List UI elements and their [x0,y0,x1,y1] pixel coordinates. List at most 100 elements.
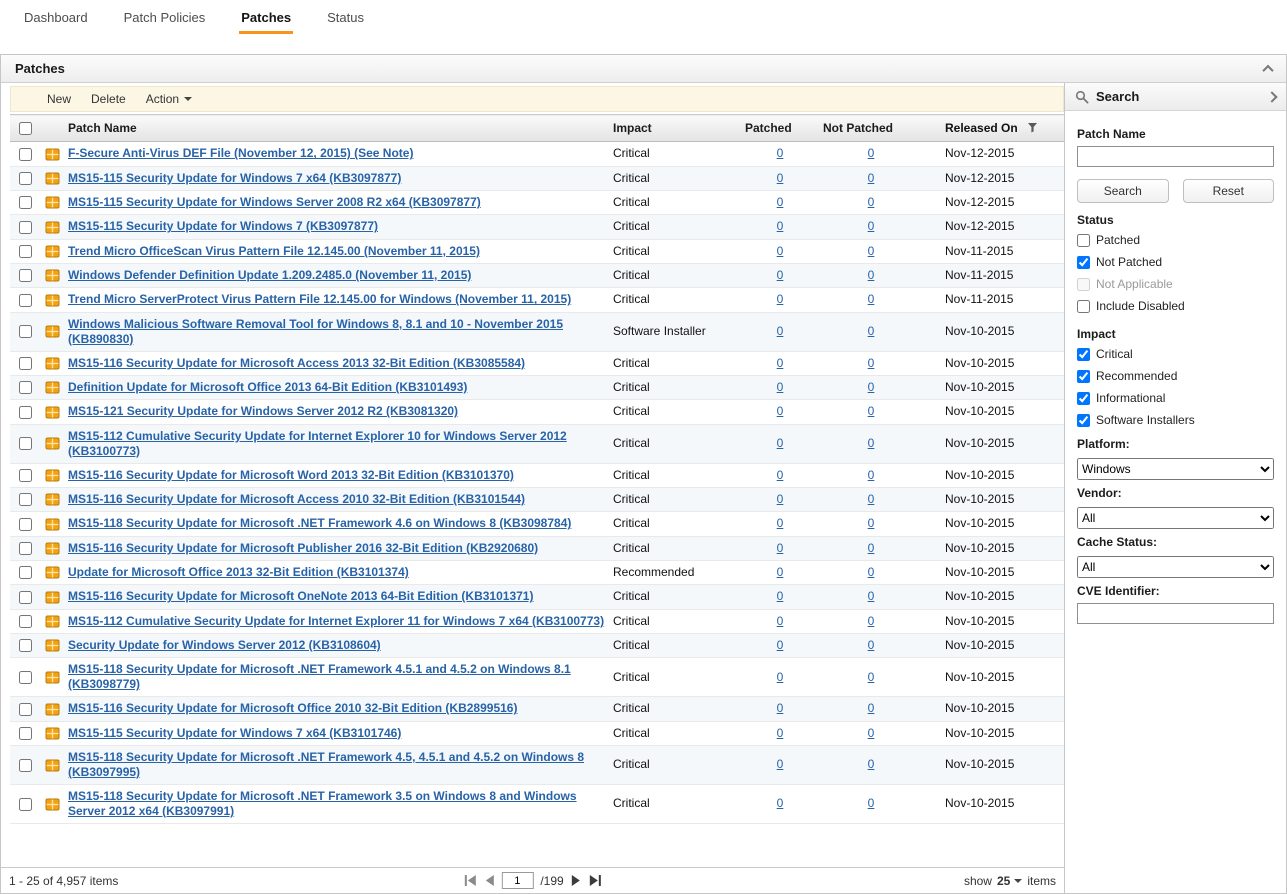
patch-name-link[interactable]: Windows Defender Definition Update 1.209… [68,268,471,282]
tab-status[interactable]: Status [325,0,366,34]
row-checkbox[interactable] [19,639,32,652]
patched-count-link[interactable]: 0 [777,516,784,530]
platform-select[interactable]: Windows [1077,458,1274,480]
row-checkbox[interactable] [19,591,32,604]
select-all-checkbox[interactable] [19,122,32,135]
row-checkbox[interactable] [19,798,32,811]
patch-name-link[interactable]: MS15-115 Security Update for Windows Ser… [68,195,481,209]
not-patched-count-link[interactable]: 0 [868,614,875,628]
previous-page-button[interactable] [484,875,494,886]
not-patched-count-link[interactable]: 0 [868,796,875,810]
not-patched-count-link[interactable]: 0 [868,589,875,603]
patch-name-link[interactable]: MS15-116 Security Update for Microsoft O… [68,701,517,715]
impact-option-software-installers[interactable]: Software Installers [1077,409,1274,431]
row-checkbox[interactable] [19,381,32,394]
row-checkbox[interactable] [19,493,32,506]
row-checkbox[interactable] [19,357,32,370]
recommended-filter-checkbox[interactable] [1077,370,1090,383]
patched-count-link[interactable]: 0 [777,195,784,209]
not-patched-count-link[interactable]: 0 [868,292,875,306]
not-patched-count-link[interactable]: 0 [868,638,875,652]
patch-name-link[interactable]: MS15-115 Security Update for Windows 7 (… [68,219,378,233]
patched-count-link[interactable]: 0 [777,244,784,258]
status-option-include-disabled[interactable]: Include Disabled [1077,295,1274,317]
row-checkbox[interactable] [19,759,32,772]
patched-count-link[interactable]: 0 [777,146,784,160]
column-patched[interactable]: Patched [741,115,819,142]
row-checkbox[interactable] [19,245,32,258]
patch-name-link[interactable]: MS15-116 Security Update for Microsoft A… [68,492,525,506]
patch-name-link[interactable]: MS15-118 Security Update for Microsoft .… [68,789,577,818]
not-patched-count-link[interactable]: 0 [868,404,875,418]
row-checkbox[interactable] [19,469,32,482]
patched-count-link[interactable]: 0 [777,589,784,603]
column-released-on[interactable]: Released On [923,115,1064,142]
page-size-dropdown[interactable]: 25 [997,874,1022,888]
status-option-patched[interactable]: Patched [1077,229,1274,251]
patched-count-link[interactable]: 0 [777,757,784,771]
not-patched-count-link[interactable]: 0 [868,244,875,258]
not-patched-count-link[interactable]: 0 [868,516,875,530]
not-patched-count-link[interactable]: 0 [868,726,875,740]
first-page-button[interactable] [463,875,477,886]
include-disabled-filter-checkbox[interactable] [1077,300,1090,313]
reset-button[interactable]: Reset [1183,179,1275,203]
patch-name-link[interactable]: MS15-112 Cumulative Security Update for … [68,429,567,458]
cve-identifier-input[interactable] [1077,603,1274,624]
tab-patch-policies[interactable]: Patch Policies [122,0,208,34]
patched-count-link[interactable]: 0 [777,268,784,282]
not-patched-count-link[interactable]: 0 [868,565,875,579]
patched-count-link[interactable]: 0 [777,670,784,684]
patch-name-link[interactable]: MS15-116 Security Update for Microsoft O… [68,589,533,603]
not-patched-count-link[interactable]: 0 [868,171,875,185]
patch-name-link[interactable]: Update for Microsoft Office 2013 32-Bit … [68,565,409,579]
status-option-not-patched[interactable]: Not Patched [1077,251,1274,273]
patch-name-link[interactable]: Trend Micro OfficeScan Virus Pattern Fil… [68,244,480,258]
vendor-select[interactable]: All [1077,507,1274,529]
patch-name-link[interactable]: MS15-116 Security Update for Microsoft W… [68,468,514,482]
patched-count-link[interactable]: 0 [777,171,784,185]
patch-name-link[interactable]: Definition Update for Microsoft Office 2… [68,380,467,394]
not-patched-count-link[interactable]: 0 [868,701,875,715]
patched-count-link[interactable]: 0 [777,726,784,740]
patched-count-link[interactable]: 0 [777,324,784,338]
patch-name-link[interactable]: F-Secure Anti-Virus DEF File (November 1… [68,146,413,160]
tab-patches[interactable]: Patches [239,0,293,34]
row-checkbox[interactable] [19,566,32,579]
patched-count-link[interactable]: 0 [777,292,784,306]
not-patched-filter-checkbox[interactable] [1077,256,1090,269]
software-installers-filter-checkbox[interactable] [1077,414,1090,427]
patched-count-link[interactable]: 0 [777,219,784,233]
column-not-patched[interactable]: Not Patched [819,115,923,142]
not-patched-count-link[interactable]: 0 [868,195,875,209]
not-patched-count-link[interactable]: 0 [868,541,875,555]
patch-name-link[interactable]: MS15-115 Security Update for Windows 7 x… [68,171,401,185]
tab-dashboard[interactable]: Dashboard [22,0,90,34]
patch-name-link[interactable]: Trend Micro ServerProtect Virus Pattern … [68,292,571,306]
patch-name-link[interactable]: MS15-121 Security Update for Windows Ser… [68,404,458,418]
patched-count-link[interactable]: 0 [777,468,784,482]
patched-count-link[interactable]: 0 [777,356,784,370]
delete-button[interactable]: Delete [91,92,126,106]
not-patched-count-link[interactable]: 0 [868,492,875,506]
row-checkbox[interactable] [19,221,32,234]
not-patched-count-link[interactable]: 0 [868,356,875,370]
row-checkbox[interactable] [19,294,32,307]
critical-filter-checkbox[interactable] [1077,348,1090,361]
next-page-button[interactable] [571,875,581,886]
not-patched-count-link[interactable]: 0 [868,219,875,233]
patched-count-link[interactable]: 0 [777,492,784,506]
row-checkbox[interactable] [19,727,32,740]
impact-option-critical[interactable]: Critical [1077,343,1274,365]
patch-name-link[interactable]: Security Update for Windows Server 2012 … [68,638,381,652]
patched-filter-checkbox[interactable] [1077,234,1090,247]
row-checkbox[interactable] [19,615,32,628]
impact-option-informational[interactable]: Informational [1077,387,1274,409]
new-button[interactable]: New [47,92,71,106]
patched-count-link[interactable]: 0 [777,614,784,628]
row-checkbox[interactable] [19,148,32,161]
patch-name-link[interactable]: Windows Malicious Software Removal Tool … [68,317,563,346]
page-number-input[interactable] [501,872,533,889]
row-checkbox[interactable] [19,518,32,531]
search-button[interactable]: Search [1077,179,1169,203]
